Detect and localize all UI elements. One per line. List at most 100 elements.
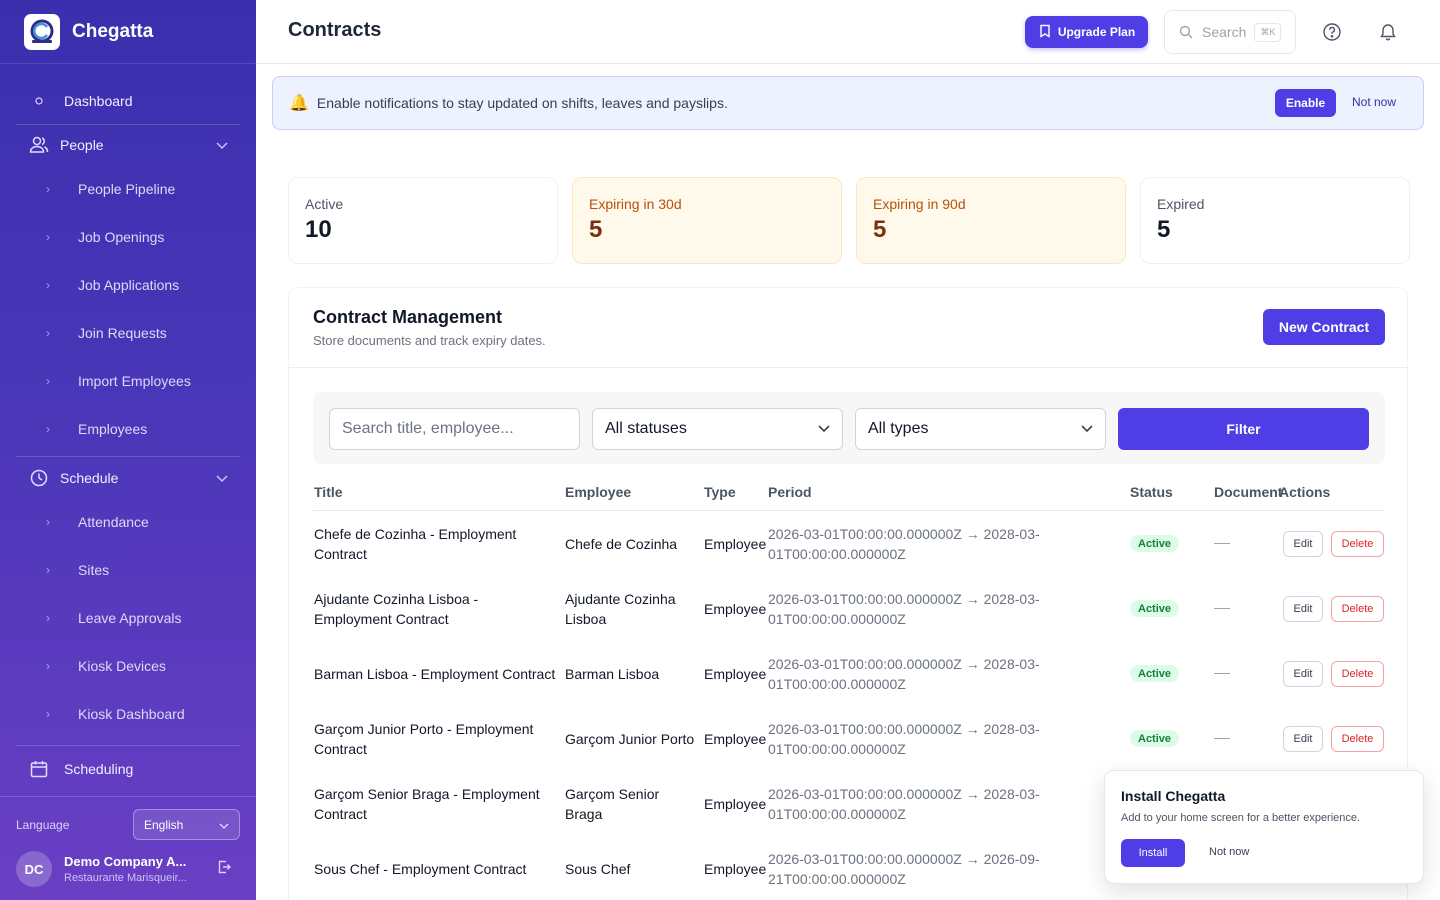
status-badge: Active: [1130, 730, 1180, 747]
stat-card-active: Active 10: [288, 177, 558, 264]
sidebar-item-label: Import Employees: [78, 373, 191, 389]
cell-period: 2026-03-01T00:00:00.000000Z → 2028-03-01…: [768, 591, 1040, 627]
sidebar-item-label: Kiosk Dashboard: [78, 706, 185, 722]
chevron-right-icon: ›: [46, 374, 50, 388]
chevron-right-icon: ›: [46, 326, 50, 340]
bookmark-icon: [1038, 24, 1052, 41]
sidebar-item-kiosk-dashboard[interactable]: › Kiosk Dashboard: [16, 690, 240, 738]
stat-card-expiring-30d: Expiring in 30d 5: [572, 177, 842, 264]
chevron-right-icon: ›: [46, 182, 50, 196]
status-select[interactable]: All statuses: [592, 408, 843, 450]
delete-button[interactable]: Delete: [1331, 661, 1384, 687]
sidebar-group-label: Schedule: [60, 470, 119, 486]
cell-title: Garçom Senior Braga - Employment Contrac…: [314, 786, 540, 822]
install-not-now-button[interactable]: Not now: [1209, 846, 1249, 858]
sidebar-item-dashboard[interactable]: Dashboard: [16, 78, 240, 124]
sidebar-nav: Dashboard People › People Pipeline › Job O…: [0, 64, 256, 792]
column-header-period: Period: [768, 484, 812, 500]
cell-employee: Garçom Senior Braga: [565, 786, 660, 822]
install-button[interactable]: Install: [1121, 839, 1185, 867]
sidebar-item-leave-approvals[interactable]: › Leave Approvals: [16, 594, 240, 642]
language-select[interactable]: English: [133, 809, 240, 840]
filter-button[interactable]: Filter: [1118, 408, 1369, 450]
document-empty: [1214, 608, 1230, 609]
sidebar-item-job-applications[interactable]: › Job Applications: [16, 261, 240, 309]
cell-period: 2026-03-01T00:00:00.000000Z → 2028-03-01…: [768, 786, 1040, 822]
column-header-employee: Employee: [565, 484, 632, 500]
cell-type: Employee: [704, 666, 767, 682]
chevron-down-icon: [818, 420, 830, 438]
edit-button[interactable]: Edit: [1283, 531, 1323, 557]
search-button[interactable]: Search ⌘K: [1164, 10, 1296, 54]
stat-label: Expiring in 90d: [873, 196, 966, 212]
delete-button[interactable]: Delete: [1331, 531, 1384, 557]
edit-button[interactable]: Edit: [1283, 726, 1323, 752]
not-now-button[interactable]: Not now: [1352, 95, 1396, 109]
cell-period: 2026-03-01T00:00:00.000000Z → 2026-09-21…: [768, 851, 1040, 887]
table-row: Garçom Junior Porto - Employment Contrac…: [313, 706, 1385, 771]
sidebar-item-attendance[interactable]: › Attendance: [16, 498, 240, 546]
sidebar-item-join-requests[interactable]: › Join Requests: [16, 309, 240, 357]
user-info: Demo Company A... Restaurante Marisqueir…: [64, 854, 200, 884]
enable-notifications-button[interactable]: Enable: [1275, 89, 1336, 117]
chevron-down-icon: [216, 137, 228, 153]
column-header-type: Type: [704, 484, 736, 500]
stat-label: Expired: [1157, 196, 1205, 212]
chevron-down-icon: [219, 818, 229, 832]
install-subtitle: Add to your home screen for a better exp…: [1121, 812, 1361, 824]
search-shortcut: ⌘K: [1254, 22, 1282, 42]
sidebar-item-kiosk-devices[interactable]: › Kiosk Devices: [16, 642, 240, 690]
chevron-right-icon: ›: [46, 563, 50, 577]
user-profile[interactable]: DC Demo Company A... Restaurante Marisqu…: [0, 840, 256, 887]
brand-logo-icon: [24, 13, 60, 50]
upgrade-plan-button[interactable]: Upgrade Plan: [1025, 16, 1148, 48]
sidebar-item-scheduling[interactable]: Scheduling: [16, 746, 240, 792]
edit-button[interactable]: Edit: [1283, 661, 1323, 687]
clock-icon: [28, 469, 50, 487]
edit-button[interactable]: Edit: [1283, 596, 1323, 622]
chevron-right-icon: ›: [46, 659, 50, 673]
sidebar-item-label: Scheduling: [64, 761, 134, 777]
panel-subtitle: Store documents and track expiry dates.: [313, 333, 546, 348]
notification-banner: 🔔 Enable notifications to stay updated o…: [272, 76, 1424, 130]
sidebar-item-people-pipeline[interactable]: › People Pipeline: [16, 165, 240, 213]
search-input[interactable]: Search title, employee...: [329, 408, 580, 450]
delete-button[interactable]: Delete: [1331, 596, 1384, 622]
type-select[interactable]: All types: [855, 408, 1106, 450]
sidebar-group-schedule[interactable]: Schedule: [16, 458, 240, 498]
new-contract-button[interactable]: New Contract: [1263, 309, 1385, 345]
cell-employee: Sous Chef: [565, 861, 631, 877]
column-header-title: Title: [314, 484, 343, 500]
cell-type: Employee: [704, 796, 767, 812]
sidebar-item-label: Dashboard: [64, 93, 133, 109]
sidebar-item-label: Leave Approvals: [78, 610, 182, 626]
chevron-down-icon: [1081, 420, 1093, 438]
sidebar-item-import-employees[interactable]: › Import Employees: [16, 357, 240, 405]
logout-icon[interactable]: [216, 859, 232, 880]
sidebar-item-sites[interactable]: › Sites: [16, 546, 240, 594]
divider: [16, 456, 240, 457]
sidebar-item-job-openings[interactable]: › Job Openings: [16, 213, 240, 261]
help-icon[interactable]: [1322, 22, 1342, 47]
install-prompt: Install Chegatta Add to your home screen…: [1104, 770, 1424, 884]
stat-value: 5: [589, 216, 603, 243]
bell-icon[interactable]: [1378, 22, 1398, 47]
sidebar-group-people[interactable]: People: [16, 125, 240, 165]
status-select-value: All statuses: [605, 420, 687, 437]
stat-card-expiring-90d: Expiring in 90d 5: [856, 177, 1126, 264]
stat-label: Active: [305, 196, 344, 212]
cell-title: Barman Lisboa - Employment Contract: [314, 666, 556, 682]
status-badge: Active: [1130, 535, 1180, 552]
stat-card-expired: Expired 5: [1140, 177, 1410, 264]
brand[interactable]: Chegatta: [0, 0, 256, 64]
column-header-actions: Actions: [1279, 484, 1331, 500]
delete-button[interactable]: Delete: [1331, 726, 1384, 752]
filter-bar: Search title, employee... All statuses A…: [313, 392, 1385, 464]
chevron-right-icon: ›: [46, 422, 50, 436]
sidebar-item-employees[interactable]: › Employees: [16, 405, 240, 453]
bell-emoji-icon: 🔔: [289, 95, 309, 112]
sidebar-item-label: Sites: [78, 562, 110, 578]
search-label: Search: [1202, 24, 1247, 40]
cell-type: Employee: [704, 536, 767, 552]
sidebar-group-label: People: [60, 137, 104, 153]
